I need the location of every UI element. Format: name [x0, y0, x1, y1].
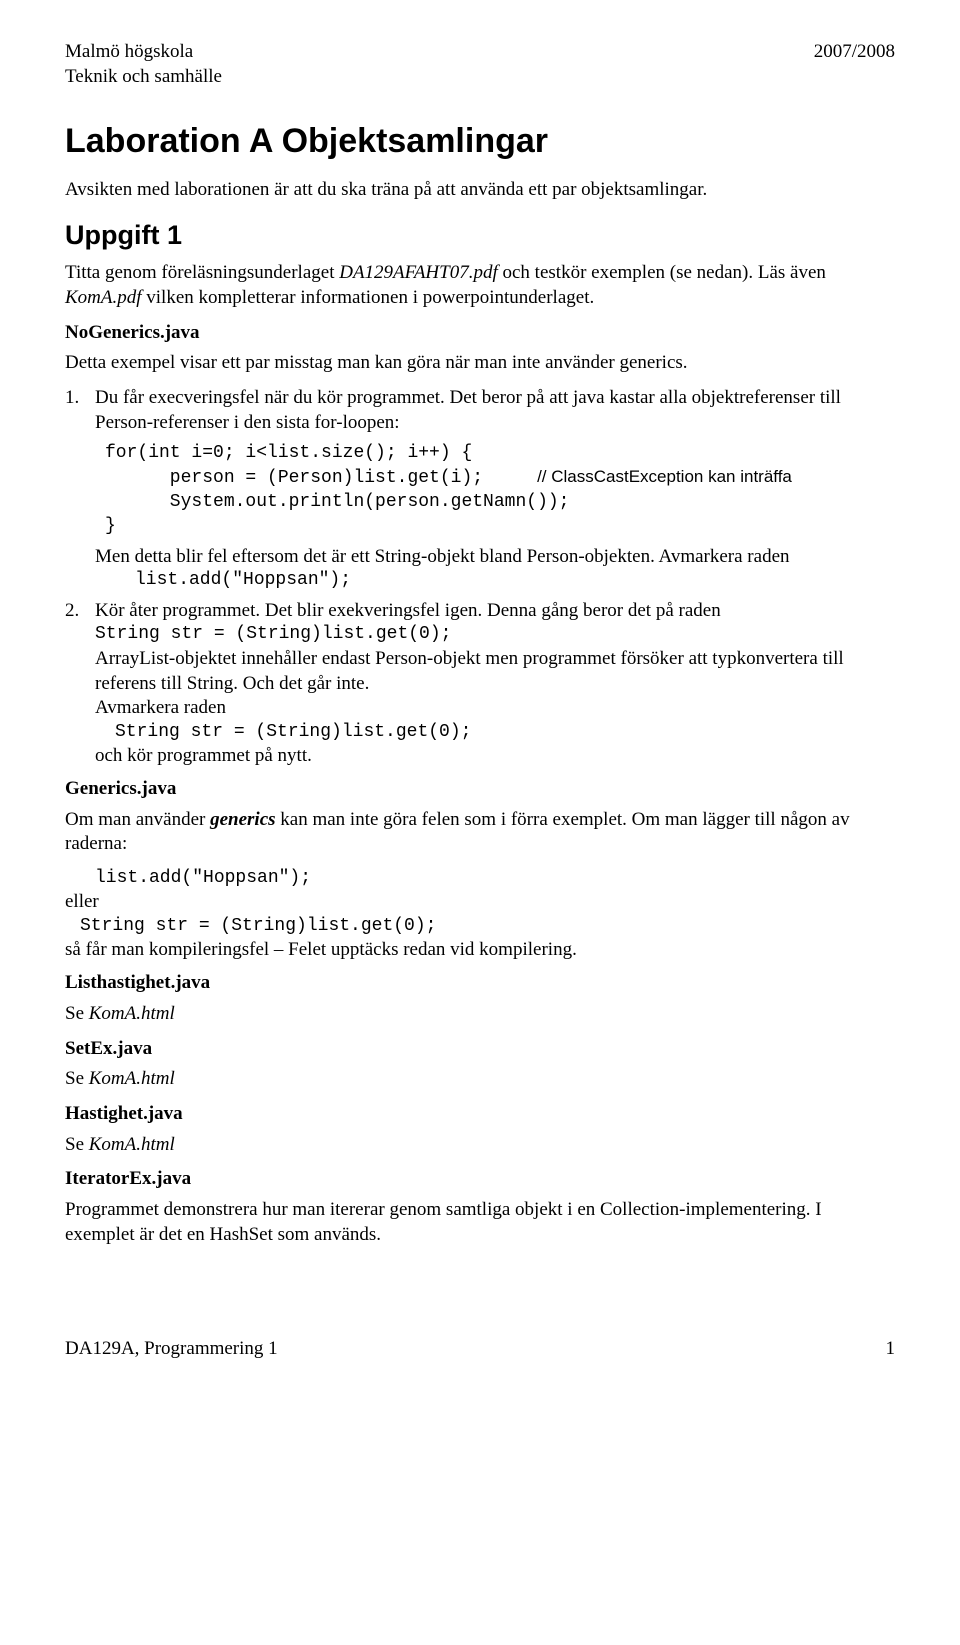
item1-continued: Men detta blir fel eftersom det är ett S… — [95, 545, 895, 593]
generics-p2: så får man kompileringsfel – Felet upptä… — [65, 938, 895, 963]
setex-heading: SetEx.java — [65, 1037, 895, 1062]
item2-code-e: String str = (String)list.get(0); — [115, 721, 895, 744]
listhastighet-text: Se KomA.html — [65, 1002, 895, 1027]
footer-course: DA129A, Programmering 1 — [65, 1337, 278, 1362]
list-number-2: 2. — [65, 599, 95, 769]
item1-code-c: list.add("Hoppsan"); — [135, 569, 895, 592]
generics-code-b: String str = (String)list.get(0); — [80, 915, 895, 938]
generics-eller: eller — [65, 890, 895, 915]
hastighet-text: Se KomA.html — [65, 1133, 895, 1158]
code-block-1: for(int i=0; i<list.size(); i++) { perso… — [105, 441, 895, 538]
page-title: Laboration A Objektsamlingar — [65, 119, 895, 163]
page: Malmö högskola Teknik och samhälle 2007/… — [0, 0, 960, 1392]
list-number-1: 1. — [65, 386, 95, 435]
iteratorex-text: Programmet demonstrera hur man itererar … — [65, 1198, 895, 1247]
generics-heading: Generics.java — [65, 777, 895, 802]
item2-text-c: ArrayList-objektet innehåller endast Per… — [95, 647, 895, 696]
uppgift1-heading: Uppgift 1 — [65, 218, 895, 253]
listhastighet-heading: Listhastighet.java — [65, 971, 895, 996]
list-body-1: Du får execveringsfel när du kör program… — [95, 386, 895, 435]
item1-text-b: Men detta blir fel eftersom det är ett S… — [95, 545, 895, 570]
generics-code-a: list.add("Hoppsan"); — [95, 867, 895, 890]
list-item-1: 1. Du får execveringsfel när du kör prog… — [65, 386, 895, 435]
footer-pagenum: 1 — [886, 1337, 896, 1362]
header-left: Malmö högskola Teknik och samhälle — [65, 40, 222, 89]
hastighet-heading: Hastighet.java — [65, 1102, 895, 1127]
nogenerics-intro: Detta exempel visar ett par misstag man … — [65, 351, 895, 376]
intro-text: Avsikten med laborationen är att du ska … — [65, 178, 895, 203]
nogenerics-heading: NoGenerics.java — [65, 321, 895, 346]
generics-intro: Om man använder generics kan man inte gö… — [65, 808, 895, 857]
item1-text-a: Du får execveringsfel när du kör program… — [95, 386, 895, 435]
item2-text-f: och kör programmet på nytt. — [95, 744, 895, 769]
item2-text-a: Kör åter programmet. Det blir exekvering… — [95, 599, 895, 624]
list-item-2: 2. Kör åter programmet. Det blir exekver… — [65, 599, 895, 769]
page-footer: DA129A, Programmering 1 1 — [65, 1337, 895, 1362]
header-school: Malmö högskola — [65, 40, 222, 65]
setex-text: Se KomA.html — [65, 1067, 895, 1092]
header-year: 2007/2008 — [814, 40, 895, 89]
item2-code-b: String str = (String)list.get(0); — [95, 623, 895, 646]
page-header: Malmö högskola Teknik och samhälle 2007/… — [65, 40, 895, 89]
header-dept: Teknik och samhälle — [65, 65, 222, 90]
iteratorex-heading: IteratorEx.java — [65, 1167, 895, 1192]
list-body-2: Kör åter programmet. Det blir exekvering… — [95, 599, 895, 769]
item2-text-d: Avmarkera raden — [95, 696, 895, 721]
uppgift1-intro: Titta genom föreläsningsunderlaget DA129… — [65, 261, 895, 310]
